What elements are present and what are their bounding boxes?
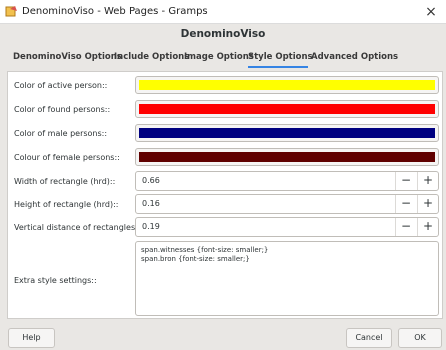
found-persons-color-button[interactable] xyxy=(135,100,439,118)
tab-advanced-options[interactable]: Advanced Options xyxy=(311,49,398,68)
female-persons-color-button[interactable] xyxy=(135,148,439,166)
vdist-decrement-button[interactable]: − xyxy=(395,218,416,236)
width-decrement-button[interactable]: − xyxy=(395,172,416,190)
male-persons-label: Color of male persons:: xyxy=(14,129,108,138)
dialog-header: DenominoViso xyxy=(0,24,446,45)
window-title: DenominoViso - Web Pages - Gramps xyxy=(22,6,208,17)
male-persons-color-button[interactable] xyxy=(135,124,439,142)
tab-bar: DenominoViso Options Include Options Ima… xyxy=(8,49,440,68)
height-increment-button[interactable]: + xyxy=(417,195,438,213)
extra-style-line: span.bron {font-size: smaller;} xyxy=(141,255,250,263)
tab-image-options[interactable]: Image Options xyxy=(184,49,254,68)
width-increment-button[interactable]: + xyxy=(417,172,438,190)
vdist-spinbox[interactable]: 0.19 − + xyxy=(135,217,439,237)
gramps-app-icon xyxy=(5,6,17,17)
male-persons-swatch xyxy=(139,128,435,138)
found-persons-swatch xyxy=(139,104,435,114)
extra-style-textarea[interactable]: span.witnesses {font-size: smaller;} spa… xyxy=(135,241,439,316)
female-persons-label: Colour of female persons:: xyxy=(14,153,120,162)
vdist-value[interactable]: 0.19 xyxy=(142,222,160,231)
close-icon[interactable]: × xyxy=(422,3,440,21)
active-person-swatch xyxy=(139,80,435,90)
ok-button[interactable]: OK xyxy=(398,328,442,348)
tab-denominoviso-options[interactable]: DenominoViso Options xyxy=(13,49,122,68)
width-label: Width of rectangle (hrd):: xyxy=(14,177,116,186)
extra-style-line: span.witnesses {font-size: smaller;} xyxy=(141,246,269,254)
height-decrement-button[interactable]: − xyxy=(395,195,416,213)
window-titlebar: DenominoViso - Web Pages - Gramps × xyxy=(0,0,446,24)
style-options-panel: Color of active person:: Color of found … xyxy=(7,71,443,319)
height-value[interactable]: 0.16 xyxy=(142,199,160,208)
active-person-label: Color of active person:: xyxy=(14,81,108,90)
tab-style-options[interactable]: Style Options xyxy=(248,49,313,68)
help-button[interactable]: Help xyxy=(8,328,55,348)
height-spinbox[interactable]: 0.16 − + xyxy=(135,194,439,214)
tab-include-options[interactable]: Include Options xyxy=(114,49,189,68)
vdist-increment-button[interactable]: + xyxy=(417,218,438,236)
found-persons-label: Color of found persons:: xyxy=(14,105,111,114)
width-spinbox[interactable]: 0.66 − + xyxy=(135,171,439,191)
extra-style-label: Extra style settings:: xyxy=(14,276,97,285)
cancel-button[interactable]: Cancel xyxy=(346,328,392,348)
dialog-title: DenominoViso xyxy=(180,28,266,40)
height-label: Height of rectangle (hrd):: xyxy=(14,200,119,209)
female-persons-swatch xyxy=(139,152,435,162)
active-person-color-button[interactable] xyxy=(135,76,439,94)
width-value[interactable]: 0.66 xyxy=(142,176,160,185)
